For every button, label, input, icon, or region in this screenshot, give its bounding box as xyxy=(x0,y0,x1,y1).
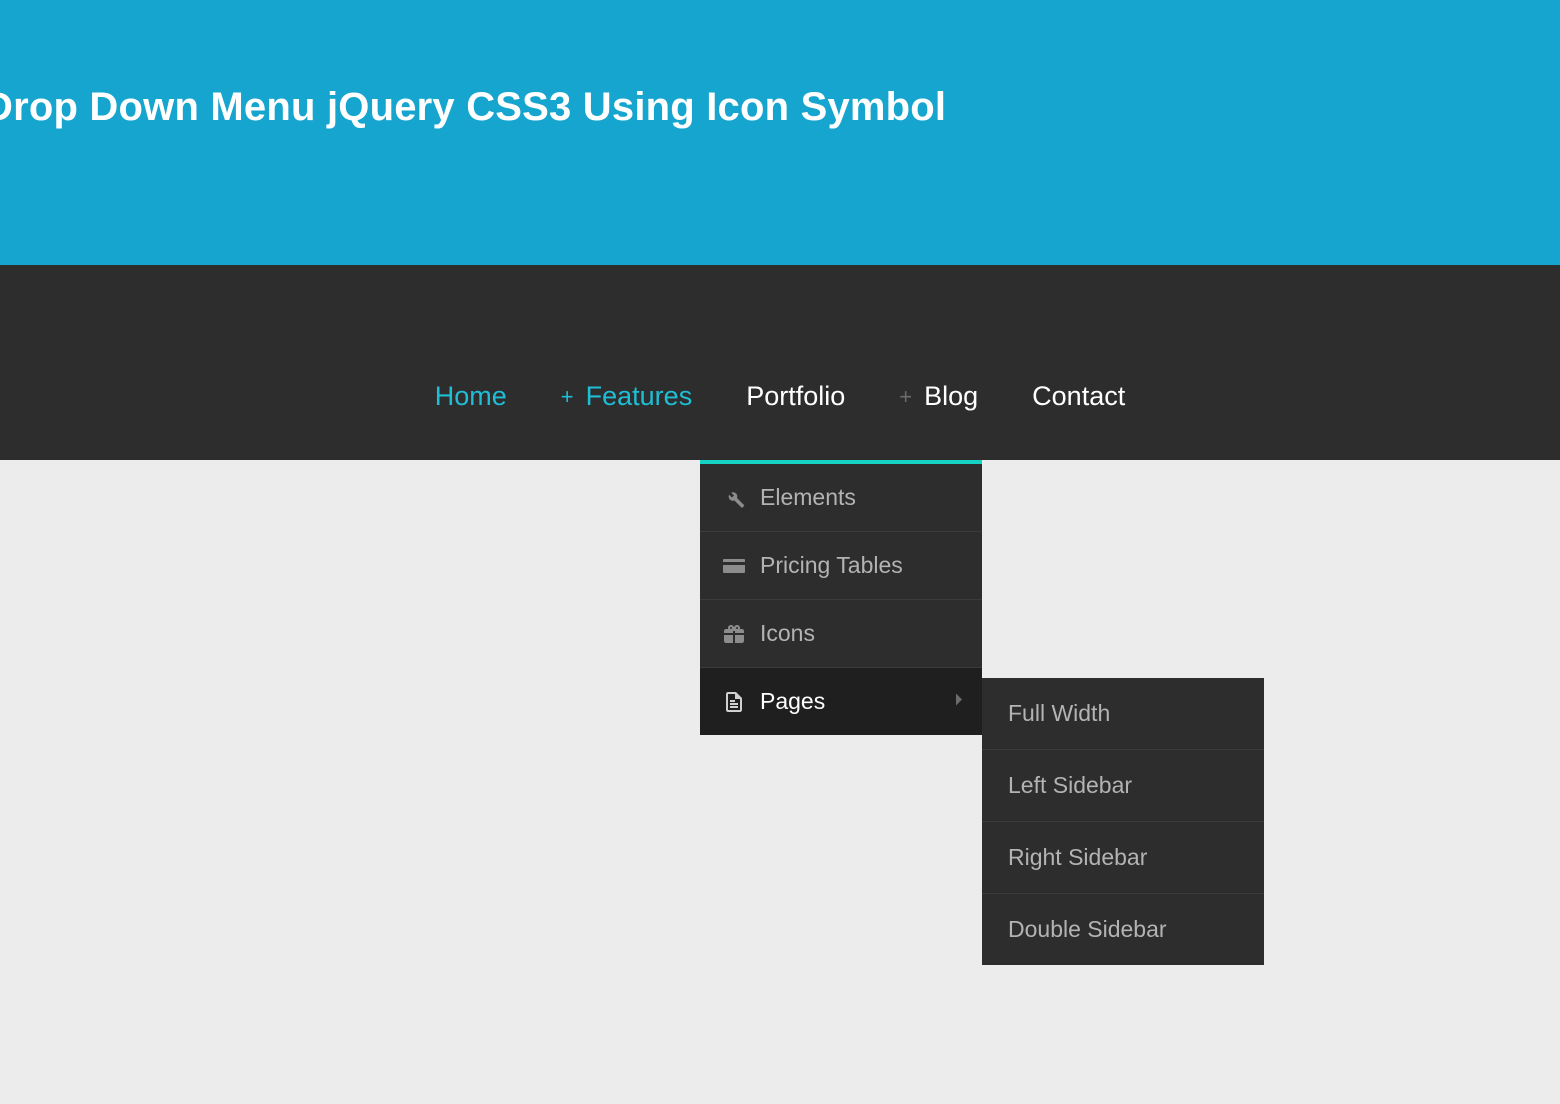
nav-item-features[interactable]: + Features xyxy=(561,381,692,412)
submenu-item-left-sidebar[interactable]: Left Sidebar xyxy=(982,750,1264,822)
submenu-item-right-sidebar[interactable]: Right Sidebar xyxy=(982,822,1264,894)
nav-label: Contact xyxy=(1032,381,1125,412)
dropdown-label: Pricing Tables xyxy=(760,552,903,579)
plus-icon: + xyxy=(899,384,912,410)
pages-submenu: Full Width Left Sidebar Right Sidebar Do… xyxy=(982,678,1264,965)
nav-label: Features xyxy=(586,381,693,412)
dropdown-item-elements[interactable]: Elements xyxy=(700,464,982,532)
hero-banner: Drop Down Menu jQuery CSS3 Using Icon Sy… xyxy=(0,0,1560,265)
plus-icon: + xyxy=(561,384,574,410)
dropdown-label: Icons xyxy=(760,620,815,647)
wrench-icon xyxy=(722,486,746,510)
submenu-label: Right Sidebar xyxy=(1008,844,1147,870)
nav-label: Blog xyxy=(924,381,978,412)
main-navbar: Home + Features Portfolio + Blog Contact xyxy=(0,265,1560,460)
nav-list: Home + Features Portfolio + Blog Contact xyxy=(435,381,1125,412)
submenu-label: Left Sidebar xyxy=(1008,772,1132,798)
gift-icon xyxy=(722,622,746,646)
nav-label: Portfolio xyxy=(746,381,845,412)
nav-label: Home xyxy=(435,381,507,412)
nav-item-blog[interactable]: + Blog xyxy=(899,381,978,412)
dropdown-label: Pages xyxy=(760,688,825,715)
nav-item-home[interactable]: Home xyxy=(435,381,507,412)
submenu-item-full-width[interactable]: Full Width xyxy=(982,678,1264,750)
submenu-label: Double Sidebar xyxy=(1008,916,1167,942)
page-title: Drop Down Menu jQuery CSS3 Using Icon Sy… xyxy=(0,85,946,130)
nav-item-contact[interactable]: Contact xyxy=(1032,381,1125,412)
document-icon xyxy=(722,690,746,714)
submenu-item-double-sidebar[interactable]: Double Sidebar xyxy=(982,894,1264,965)
nav-item-portfolio[interactable]: Portfolio xyxy=(746,381,845,412)
dropdown-item-icons[interactable]: Icons xyxy=(700,600,982,668)
dropdown-item-pricing-tables[interactable]: Pricing Tables xyxy=(700,532,982,600)
dropdown-item-pages[interactable]: Pages xyxy=(700,668,982,735)
submenu-label: Full Width xyxy=(1008,700,1110,726)
dropdown-label: Elements xyxy=(760,484,856,511)
card-icon xyxy=(722,554,746,578)
features-dropdown: Elements Pricing Tables Icons Pages xyxy=(700,460,982,735)
chevron-right-icon xyxy=(954,692,964,711)
